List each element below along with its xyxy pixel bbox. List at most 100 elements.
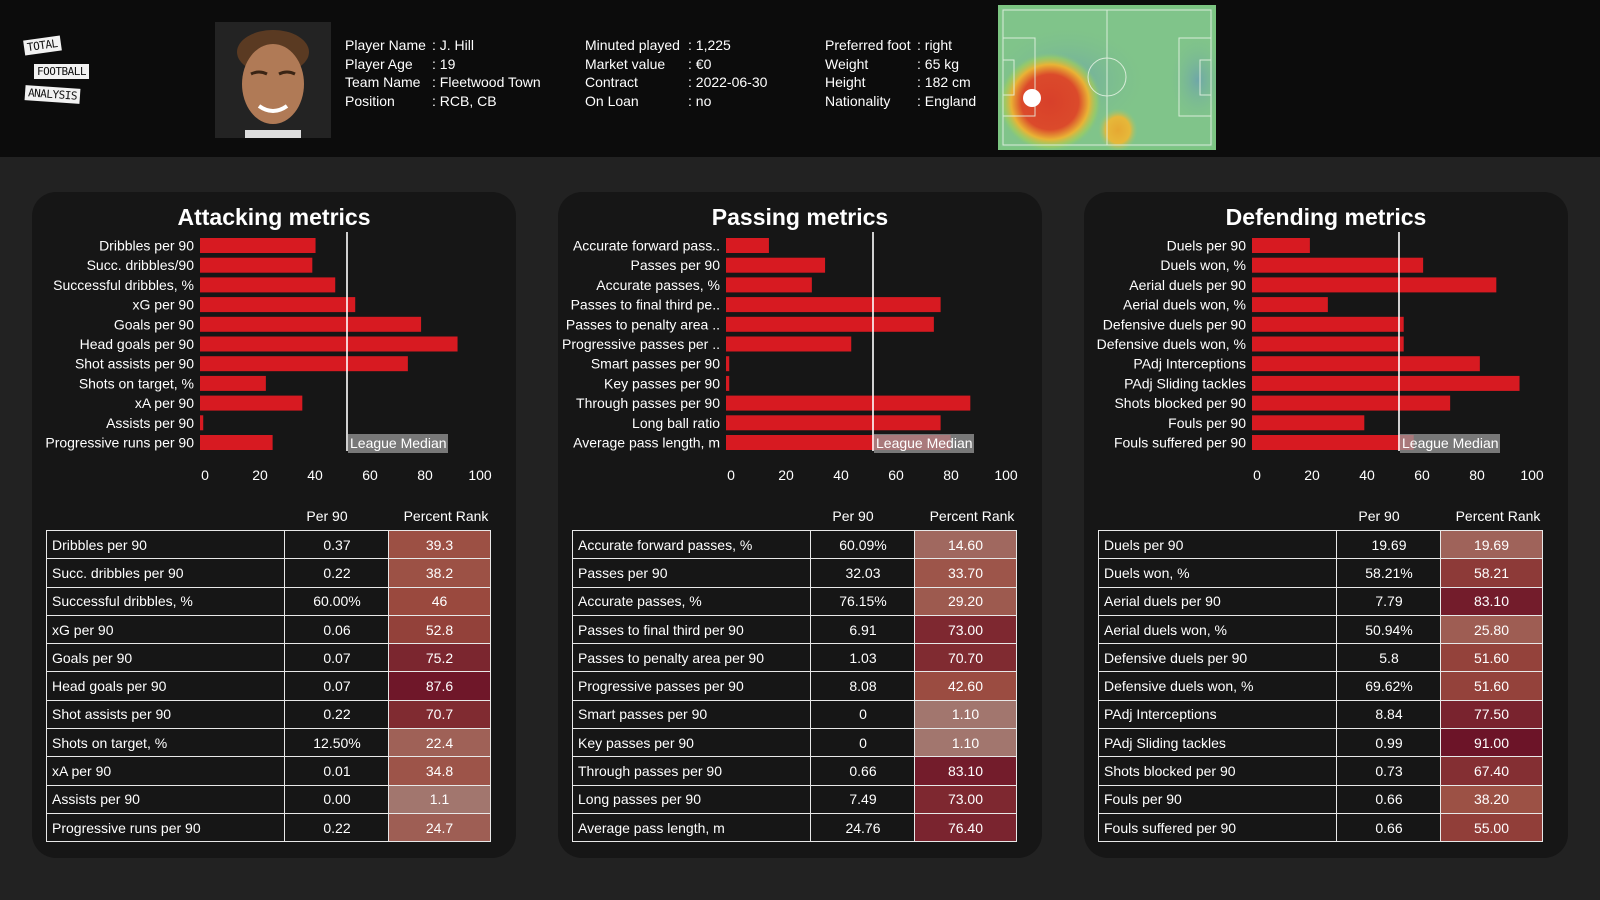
x-tick-label: 100 [468,467,492,483]
percent-rank-value: 83.10 [1440,586,1543,616]
x-tick-label: 20 [252,467,268,483]
per90-value: 7.49 [810,784,916,814]
column-header-percent-rank: Percent Rank [1455,508,1541,524]
table-row: Succ. dribbles per 90 0.22 [46,558,390,588]
info-nationality: Nationality: England [825,92,977,109]
rank-row: 19.69 [1440,529,1543,560]
player-info-col-1: Player Name: J. Hill Player Age: 19 Team… [345,36,541,110]
per90-value: 0.22 [284,812,390,843]
bar [1252,297,1328,313]
per90-value: 60.00% [284,586,390,616]
bar-label: Smart passes per 90 [591,356,720,372]
column-header-percent-rank: Percent Rank [403,508,489,524]
per90-value: 0.01 [284,756,390,786]
per90-value: 0.66 [1336,784,1442,814]
rank-row: 46 [388,586,491,616]
bar [1252,257,1424,273]
bar-label: Fouls per 90 [1168,415,1246,431]
rank-row: 76.40 [914,812,1017,843]
rank-row: 58.21 [1440,558,1543,588]
bar [1252,435,1414,450]
logo-line-2: FOOTBALL [34,64,89,79]
rank-row: 38.2 [388,558,491,588]
table-row: Defensive duels per 90 5.8 [1098,643,1442,673]
per90-value: 1.03 [810,643,916,673]
attacking-rank-table: 39.3 38.2 46 52.8 75.2 87.6 70.7 22.4 34.8 1.1 24.… [388,529,491,843]
table-row: PAdj Sliding tackles 0.99 [1098,728,1442,758]
table-row: Shots on target, % 12.50% [46,728,390,758]
percent-rank-value: 33.70 [914,558,1017,588]
per90-value: 0.66 [1336,812,1442,843]
bar [726,415,941,431]
rank-row: 83.10 [1440,586,1543,616]
per90-value: 0.22 [284,699,390,730]
table-row: Long passes per 90 7.49 [572,784,916,814]
x-tick-label: 60 [888,467,904,483]
rank-row: 34.8 [388,756,491,786]
metric-name: Long passes per 90 [572,784,811,814]
bar [726,277,812,293]
bar [1252,375,1520,391]
rank-row: 87.6 [388,671,491,701]
info-contract: Contract: 2022-06-30 [585,74,768,90]
x-tick-label: 60 [362,467,378,483]
rank-row: 25.80 [1440,614,1543,645]
bar-label: Through passes per 90 [576,395,720,411]
defending-bar-chart: Duels per 90 Duels won, % Aerial duels per… [1097,232,1544,483]
bar-label: Shots on target, % [79,375,194,391]
per90-value: 0 [810,728,916,758]
heat-zone-warm [1098,108,1138,150]
percent-rank-value: 22.4 [388,728,491,758]
table-row: xG per 90 0.06 [46,614,390,645]
passing-panel: Passing metrics Accurate forward pass.. P… [558,192,1042,858]
attacking-panel: Attacking metrics Dribbles per 90 Succ. d… [32,192,516,858]
attacking-bar-chart: Dribbles per 90 Succ. dribbles/90 Successf… [45,232,492,483]
bar-label: Aerial duels per 90 [1129,277,1246,293]
bar-label: Accurate passes, % [596,277,720,293]
info-team-name: Team Name: Fleetwood Town [345,74,541,90]
metric-name: Defensive duels won, % [1098,671,1337,701]
rank-row: 51.60 [1440,671,1543,701]
player-portrait-icon [215,22,331,138]
metric-name: Duels per 90 [1098,529,1337,560]
rank-row: 83.10 [914,756,1017,786]
bar-label: Defensive duels won, % [1097,336,1246,352]
player-position-marker [1023,89,1041,107]
info-weight: Weight: 65 kg [825,55,960,72]
metric-name: Shot assists per 90 [46,699,285,730]
metric-name: Average pass length, m [572,812,811,843]
per90-value: 6.91 [810,614,916,645]
rank-row: 51.60 [1440,643,1543,673]
metric-name: xA per 90 [46,756,285,786]
info-position: Position: RCB, CB [345,92,497,109]
bar [726,395,971,411]
x-tick-label: 0 [1253,467,1261,483]
bar [726,238,769,253]
metric-name: Aerial duels per 90 [1098,586,1337,616]
player-photo [215,22,331,138]
per90-value: 19.69 [1336,529,1442,560]
bar [726,257,826,273]
bar-label: Assists per 90 [106,415,194,431]
percent-rank-value: 52.8 [388,614,491,645]
attacking-stats-table: Dribbles per 90 0.37 Succ. dribbles per 90… [46,529,390,843]
passing-bar-chart: Accurate forward pass.. Passes per 90 Accu… [562,232,1018,483]
rank-row: 1.10 [914,699,1017,730]
percent-rank-value: 46 [388,586,491,616]
bar-label: Key passes per 90 [604,375,720,391]
rank-row: 75.2 [388,643,491,673]
logo-line-1: TOTAL [23,35,62,56]
per90-value: 8.84 [1336,699,1442,730]
rank-row: 70.70 [914,643,1017,673]
bar [1252,356,1480,372]
table-row: PAdj Interceptions 8.84 [1098,699,1442,730]
bar-label: Duels won, % [1160,257,1246,273]
per90-value: 24.76 [810,812,916,843]
rank-row: 39.3 [388,529,491,560]
player-info-col-3: Preferred foot: right Weight: 65 kg Heig… [825,36,976,110]
table-row: Fouls per 90 0.66 [1098,784,1442,814]
rank-row: 91.00 [1440,728,1543,758]
bar [200,336,458,352]
column-header-percent-rank: Percent Rank [929,508,1015,524]
percent-rank-value: 83.10 [914,756,1017,786]
